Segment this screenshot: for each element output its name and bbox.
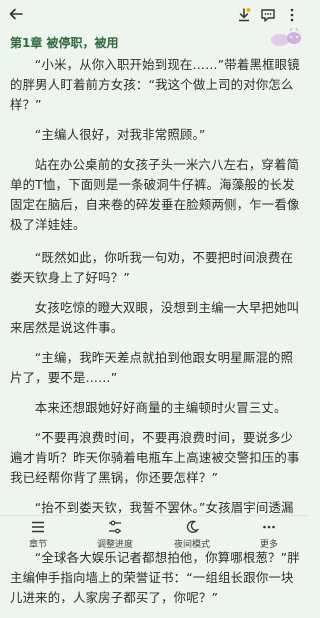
comment-icon[interactable] <box>260 7 276 23</box>
more-dots-icon <box>263 525 275 529</box>
paragraph: “主编，我昨天差点就拍到他跟女明星厮混的照片了，要不是……” <box>10 350 294 385</box>
chapter-title: 第1章 被停职，被用 <box>10 36 119 50</box>
paragraph: “不要再浪费时间，不要再浪费时间，要说多少遍才肯听？昨天你骑着电瓶车上高速被交警… <box>10 430 300 485</box>
moon-icon <box>186 520 199 533</box>
paragraph: “主编人很好，对我非常照顾。” <box>34 127 206 142</box>
nav-label: 更多 <box>259 540 278 550</box>
back-arrow-icon[interactable] <box>8 6 24 22</box>
decoration-icon <box>271 27 301 46</box>
nav-chapters-button[interactable]: 章节 <box>8 520 68 550</box>
nav-more-button[interactable]: 更多 <box>239 520 299 550</box>
download-icon[interactable] <box>236 7 252 23</box>
nav-night-mode-button[interactable]: 夜间模式 <box>162 520 222 550</box>
paragraph: “全球各大娱乐记者都想拍他，你算哪根葱？”胖主编伸手指向墙上的荣誉证书：“一组组… <box>10 550 300 605</box>
paragraph: “既然如此，你听我一句劝，不要把时间浪费在娄天钦身上了好吗？” <box>10 250 294 285</box>
nav-label: 夜间模式 <box>173 540 210 550</box>
nav-progress-button[interactable]: 调整进度 <box>85 520 145 550</box>
paragraph: 本来还想跟她好好商量的主编顿时火冒三丈。 <box>34 400 287 415</box>
nav-label: 章节 <box>28 540 47 550</box>
bottom-nav: 章节 调整进度 夜间模式 更多 <box>0 515 309 551</box>
paragraph: 站在办公桌前的女孩子头一米六八左右，穿着简单的T恤，下面则是一条破洞牛仔裤。海藻… <box>10 157 300 232</box>
paragraph: “小米，从你入职开始到现在……”带着黑框眼镜的胖男人盯着前方女孩：“我这个做上司… <box>10 57 300 112</box>
list-icon <box>32 521 44 533</box>
nav-label: 调整进度 <box>96 540 133 550</box>
paragraph: 女孩吃惊的瞪大双眼，没想到主编一大早把她叫来居然是说这件事。 <box>10 300 300 335</box>
progress-icon <box>109 520 121 534</box>
more-vertical-icon[interactable] <box>284 7 300 23</box>
